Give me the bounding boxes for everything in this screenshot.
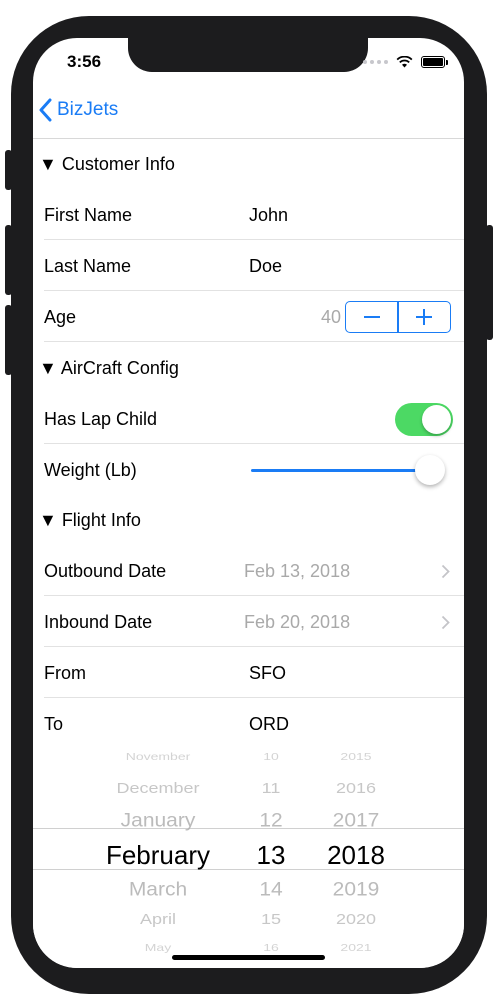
chevron-right-icon xyxy=(441,615,450,630)
notch xyxy=(128,38,368,72)
chevron-left-icon xyxy=(39,98,52,122)
picker-year-item[interactable]: 2018 xyxy=(311,840,401,871)
age-label: Age xyxy=(44,307,77,327)
last-name-field[interactable]: Doe xyxy=(249,241,282,291)
picker-month-item[interactable]: December xyxy=(73,780,243,797)
picker-year-item[interactable]: 2016 xyxy=(311,780,401,797)
picker-year-column[interactable]: 2015 2016 2017 2018 2019 2020 2021 xyxy=(311,744,401,968)
volume-up-button xyxy=(5,225,12,295)
last-name-label: Last Name xyxy=(44,256,132,276)
section-header-aircraft-config[interactable]: ▼ AirCraft Config xyxy=(33,343,464,393)
chevron-right-icon xyxy=(441,564,450,579)
weight-label: Weight (Lb) xyxy=(44,460,137,480)
outbound-date-value: Feb 13, 2018 xyxy=(244,561,351,581)
from-field[interactable]: SFO xyxy=(249,648,286,698)
power-button xyxy=(486,225,493,340)
row-age: Age 40 xyxy=(33,292,464,342)
picker-month-item[interactable]: April xyxy=(73,911,243,928)
picker-month-item[interactable]: May xyxy=(73,941,243,953)
row-to: To ORD xyxy=(33,699,464,749)
section-header-flight-info[interactable]: ▼ Flight Info xyxy=(33,495,464,545)
signal-dots-icon xyxy=(363,60,388,64)
section-header-customer-info[interactable]: ▼ Customer Info xyxy=(33,139,464,189)
picker-month-item[interactable]: March xyxy=(73,879,243,901)
picker-month-item[interactable]: February xyxy=(73,840,243,871)
row-lap-child: Has Lap Child xyxy=(33,394,464,444)
picker-day-item[interactable]: 13 xyxy=(241,840,301,871)
date-picker[interactable]: November December January February March Apri… xyxy=(33,744,464,968)
plus-icon xyxy=(416,309,433,325)
battery-icon xyxy=(421,56,445,68)
picker-month-column[interactable]: November December January February March Apri… xyxy=(73,744,243,968)
picker-day-item[interactable]: 12 xyxy=(241,810,301,832)
inbound-date-label: Inbound Date xyxy=(44,612,153,632)
from-label: From xyxy=(44,663,86,683)
home-indicator[interactable] xyxy=(172,955,325,960)
back-label: BizJets xyxy=(57,99,119,120)
wifi-icon xyxy=(396,56,413,68)
battery-tip xyxy=(446,59,448,65)
toggle-knob xyxy=(422,405,451,434)
picker-year-item[interactable]: 2017 xyxy=(311,810,401,832)
picker-year-item[interactable]: 2019 xyxy=(311,879,401,901)
picker-day-item[interactable]: 10 xyxy=(241,750,301,762)
row-last-name: Last Name Doe xyxy=(33,241,464,291)
decrement-button[interactable] xyxy=(346,302,397,332)
weight-slider-thumb[interactable] xyxy=(415,455,446,485)
to-label: To xyxy=(44,714,64,734)
back-button[interactable]: BizJets xyxy=(39,98,118,122)
age-value: 40 xyxy=(321,307,342,327)
status-time: 3:56 xyxy=(67,52,102,71)
picker-day-item[interactable]: 14 xyxy=(241,879,301,901)
row-weight: Weight (Lb) xyxy=(33,445,464,495)
first-name-field[interactable]: John xyxy=(249,190,288,240)
to-field[interactable]: ORD xyxy=(249,699,289,749)
first-name-label: First Name xyxy=(44,205,133,225)
section-title: ▼ Flight Info xyxy=(39,510,141,530)
picker-month-item[interactable]: November xyxy=(73,750,243,762)
row-from: From SFO xyxy=(33,648,464,698)
picker-month-item[interactable]: January xyxy=(73,810,243,832)
picker-day-item[interactable]: 11 xyxy=(241,780,301,797)
section-title: ▼ AirCraft Config xyxy=(39,358,179,378)
picker-day-item[interactable]: 16 xyxy=(241,941,301,953)
picker-day-item[interactable]: 15 xyxy=(241,911,301,928)
outbound-date-label: Outbound Date xyxy=(44,561,167,581)
lap-child-label: Has Lap Child xyxy=(44,409,158,429)
picker-day-column[interactable]: 10 11 12 13 14 15 16 xyxy=(241,744,301,968)
section-title: ▼ Customer Info xyxy=(39,154,175,174)
screen: 3:56 BizJets ▼ Customer Info First Name … xyxy=(33,38,464,968)
picker-year-item[interactable]: 2020 xyxy=(311,911,401,928)
inbound-date-value: Feb 20, 2018 xyxy=(244,612,351,632)
mute-switch xyxy=(5,150,12,190)
lap-child-toggle[interactable] xyxy=(395,403,453,436)
volume-down-button xyxy=(5,305,12,375)
weight-slider-track[interactable] xyxy=(251,469,436,472)
row-first-name: First Name John xyxy=(33,190,464,240)
row-outbound-date[interactable]: Outbound Date Feb 13, 2018 xyxy=(33,546,464,596)
status-icons xyxy=(363,56,448,68)
age-stepper[interactable] xyxy=(345,301,451,333)
picker-year-item[interactable]: 2015 xyxy=(311,750,401,762)
picker-year-item[interactable]: 2021 xyxy=(311,941,401,953)
minus-icon xyxy=(363,316,380,318)
row-inbound-date[interactable]: Inbound Date Feb 20, 2018 xyxy=(33,597,464,647)
increment-button[interactable] xyxy=(399,302,450,332)
